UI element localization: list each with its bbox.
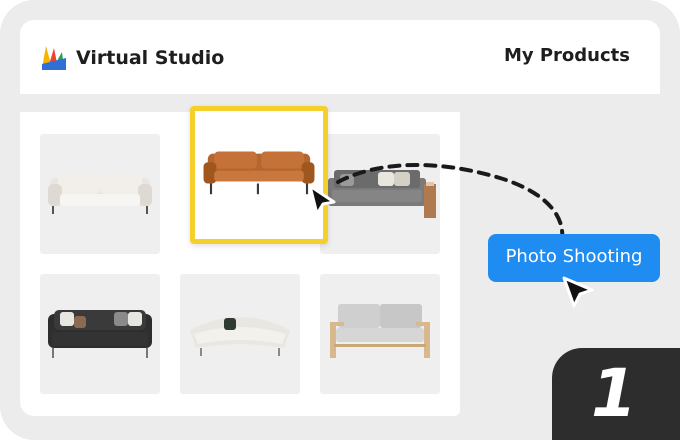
sofa-black-icon [48,310,152,358]
step-badge: 1 [552,348,680,440]
sofa-white-icon [48,174,152,214]
product-card-brown-sofa[interactable] [190,106,328,244]
product-card-black-sofa[interactable] [40,274,160,394]
product-card-cream-sofa[interactable] [180,274,300,394]
sofa-cream-icon [190,317,290,356]
virtual-studio-logo-icon [42,46,66,70]
app-title: Virtual Studio [76,47,225,69]
product-card-wood-frame-sofa[interactable] [320,274,440,394]
sofa-wood-icon [330,304,430,358]
step-number: 1 [591,355,637,432]
my-products-link[interactable]: My Products [504,44,630,68]
app-header: Virtual Studio My Products [20,20,660,94]
mouse-pointer-icon [308,184,336,216]
product-card-white-sofa[interactable] [40,134,160,254]
mouse-pointer-icon [562,276,594,308]
